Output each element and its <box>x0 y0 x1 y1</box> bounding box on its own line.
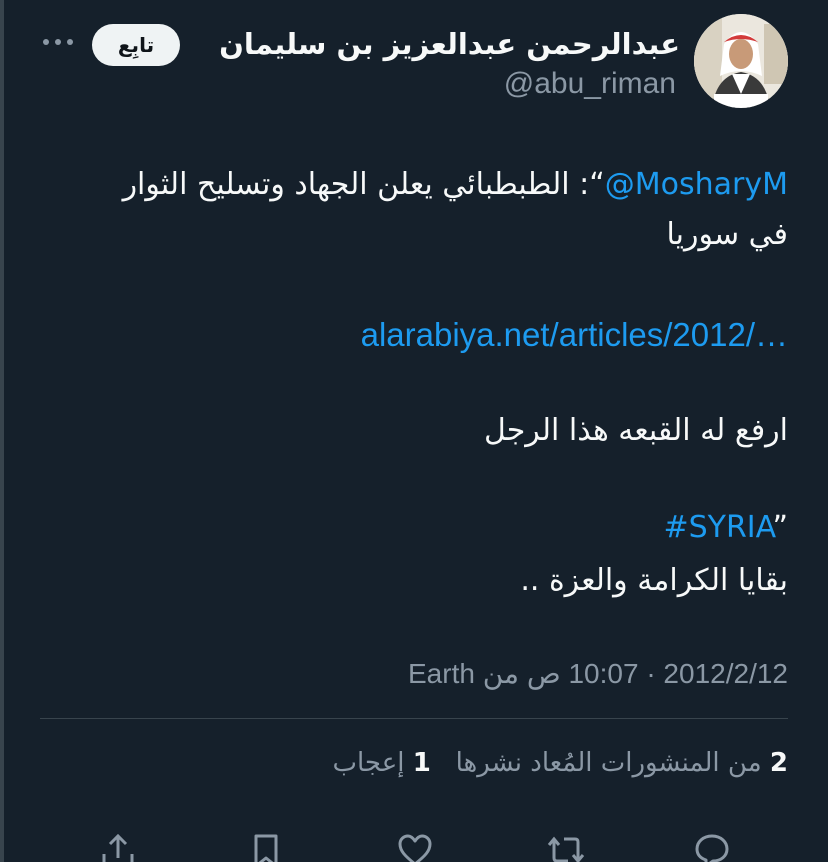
left-border <box>0 0 4 862</box>
likes-stat[interactable]: 1 إعجاب <box>333 748 431 778</box>
quote-open: “@MosharyM <box>589 167 788 202</box>
tweet-text-line: ارفع له القبعه هذا الرجل <box>484 413 788 448</box>
retweet-icon[interactable] <box>546 830 586 862</box>
likes-label: إعجاب <box>332 748 405 778</box>
article-link[interactable]: alarabiya.net/articles/2012/… <box>361 316 788 353</box>
avatar[interactable] <box>694 14 788 108</box>
tweet-time[interactable]: 10:07 ص <box>527 658 639 689</box>
author-display-name[interactable]: عبدالرحمن عبدالعزيز بن سليمان <box>219 24 680 64</box>
retweets-count: 2 <box>769 748 788 778</box>
tweet-text: : الطبطبائي يعلن الجهاد وتسليح الثوار <box>122 167 590 202</box>
follow-button[interactable]: تابِع <box>92 24 180 66</box>
retweets-stat[interactable]: 2 من المنشورات المُعاد نشرها <box>456 748 788 778</box>
hashtag-group: #SYRIA” <box>663 510 788 545</box>
meta-separator: · <box>646 658 656 689</box>
tweet-link-line: alarabiya.net/articles/2012/… <box>30 312 788 358</box>
tweet-hashtag-line: #SYRIA” <box>30 505 788 551</box>
tweet-stats: 2 من المنشورات المُعاد نشرها 1 إعجاب <box>30 744 788 782</box>
mention-link[interactable]: @MosharyM <box>605 167 788 202</box>
share-icon[interactable] <box>98 830 138 862</box>
author-handle[interactable]: @abu_riman <box>504 66 676 102</box>
likes-count: 1 <box>412 748 431 778</box>
tweet-text-line: بقايا الكرامة والعزة .. <box>520 563 788 598</box>
tweet-date[interactable]: 2012/2/12 <box>663 658 788 689</box>
tweet-text-line: في سوريا <box>666 217 789 252</box>
source-prefix: من <box>482 658 520 689</box>
retweets-label: من المنشورات المُعاد نشرها <box>455 748 762 778</box>
more-horizontal-icon[interactable] <box>38 30 78 54</box>
reply-icon[interactable] <box>692 830 732 862</box>
open-quote-mark: “ <box>589 167 605 202</box>
hashtag-link[interactable]: #SYRIA <box>663 510 772 545</box>
tweet-text-line: “@MosharyM: الطبطبائي يعلن الجهاد وتسليح… <box>30 162 788 208</box>
close-quote-mark: ” <box>772 510 788 545</box>
tweet-source: Earth <box>408 658 475 689</box>
like-icon[interactable] <box>395 830 435 862</box>
bookmark-icon[interactable] <box>246 830 286 862</box>
divider <box>40 718 788 719</box>
tweet-meta: 2012/2/12 · 10:07 ص من Earth <box>30 655 788 693</box>
